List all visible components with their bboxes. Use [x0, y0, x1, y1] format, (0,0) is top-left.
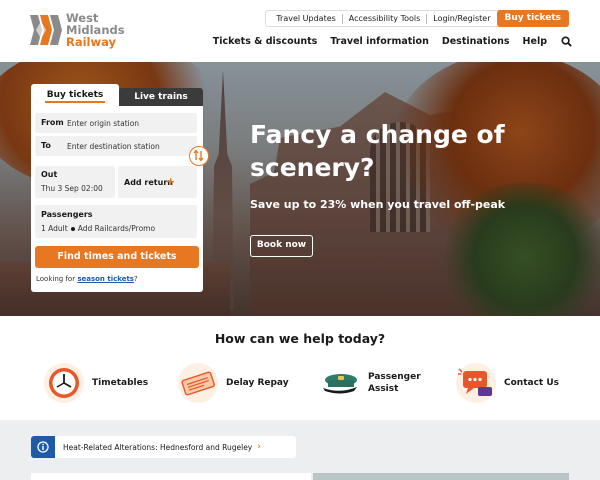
wmr-logo-icon	[30, 15, 62, 45]
content-card-left	[31, 473, 311, 480]
passengers-summary: 1 Adult Add Railcards/Promo	[41, 224, 155, 233]
accessibility-tools-link[interactable]: Accessibility Tools	[343, 13, 428, 24]
help-passenger-assist[interactable]: Passenger Assist	[320, 363, 428, 403]
hero-title: Fancy a change of scenery?	[250, 120, 505, 182]
hero-subtitle: Save up to 23% when you travel off-peak	[250, 198, 506, 211]
nav-help[interactable]: Help	[523, 36, 547, 47]
utility-nav: Travel Updates Accessibility Tools Login…	[265, 10, 569, 27]
add-railcards-link[interactable]: Add Railcards/Promo	[78, 224, 155, 233]
outbound-date-field[interactable]: Out Thu 3 Sep 02:00	[35, 166, 115, 198]
content-card-right	[313, 473, 569, 480]
from-station-field[interactable]: From Enter origin station	[35, 113, 197, 133]
book-now-button[interactable]: Book now	[250, 235, 313, 257]
looking-prefix: Looking for	[36, 275, 76, 283]
search-icon[interactable]	[561, 36, 572, 47]
help-contact-us-label: Contact Us	[504, 378, 560, 388]
from-label: From	[41, 118, 64, 127]
tab-buy-tickets[interactable]: Buy tickets	[31, 84, 119, 106]
swap-arrows-icon	[193, 149, 204, 162]
chevron-right-icon: ›	[257, 442, 261, 452]
help-delay-repay-label: Delay Repay	[226, 378, 289, 388]
booking-widget: Buy tickets Live trains From Enter origi…	[31, 84, 209, 292]
to-label: To	[41, 141, 51, 150]
help-timetables[interactable]: Timetables	[44, 363, 148, 403]
help-delay-repay[interactable]: Delay Repay	[178, 363, 289, 403]
booking-tabs: Buy tickets Live trains	[31, 84, 203, 106]
from-placeholder: Enter origin station	[67, 119, 140, 128]
nav-tickets-discounts[interactable]: Tickets & discounts	[213, 36, 318, 47]
service-alert[interactable]: Heat-Related Alterations: Hednesford and…	[31, 436, 296, 458]
to-placeholder: Enter destination station	[67, 142, 160, 151]
bullet-dot-icon	[70, 226, 75, 231]
plus-icon: +	[166, 175, 176, 188]
nav-travel-information[interactable]: Travel information	[330, 36, 429, 47]
out-value: Thu 3 Sep 02:00	[41, 184, 103, 193]
find-times-tickets-button[interactable]: Find times and tickets	[35, 246, 199, 268]
out-label: Out	[41, 170, 58, 179]
help-contact-us[interactable]: Contact Us	[456, 363, 559, 403]
login-register-link[interactable]: Login/Register	[427, 14, 496, 24]
header-buy-tickets-button[interactable]: Buy tickets	[496, 10, 569, 27]
nav-destinations[interactable]: Destinations	[442, 36, 510, 47]
clock-icon	[44, 363, 84, 403]
passengers-field[interactable]: Passengers 1 Adult Add Railcards/Promo	[35, 205, 197, 238]
chat-bubble-icon	[456, 363, 496, 403]
alert-text: Heat-Related Alterations: Hednesford and…	[63, 442, 253, 452]
info-icon	[31, 436, 55, 458]
site-header: West Midlands Railway Travel Updates Acc…	[0, 0, 600, 62]
help-passenger-assist-label: Passenger Assist	[368, 372, 421, 394]
brand-line-3: Railway	[66, 35, 117, 49]
season-tickets-link[interactable]: season tickets	[77, 275, 134, 283]
help-timetables-label: Timetables	[92, 378, 149, 388]
to-station-field[interactable]: To Enter destination station	[35, 136, 197, 156]
tab-live-trains[interactable]: Live trains	[119, 88, 203, 106]
looking-suffix: ?	[133, 275, 138, 283]
conductor-cap-icon	[320, 363, 360, 403]
travel-updates-link[interactable]: Travel Updates	[270, 13, 343, 24]
swap-stations-button[interactable]	[189, 146, 209, 166]
passengers-value: 1 Adult	[41, 224, 68, 233]
add-return-field[interactable]: Add return +	[118, 166, 197, 198]
brand-logo[interactable]: West Midlands Railway	[30, 12, 125, 48]
brand-wordmark: West Midlands Railway	[66, 12, 125, 48]
season-tickets-prompt: Looking for season tickets?	[36, 275, 138, 283]
booking-form: From Enter origin station To Enter desti…	[31, 106, 209, 292]
passengers-label: Passengers	[41, 210, 93, 219]
main-nav: Tickets & discounts Travel information D…	[200, 36, 572, 47]
ticket-icon	[178, 363, 218, 403]
help-heading: How can we help today?	[214, 331, 386, 346]
